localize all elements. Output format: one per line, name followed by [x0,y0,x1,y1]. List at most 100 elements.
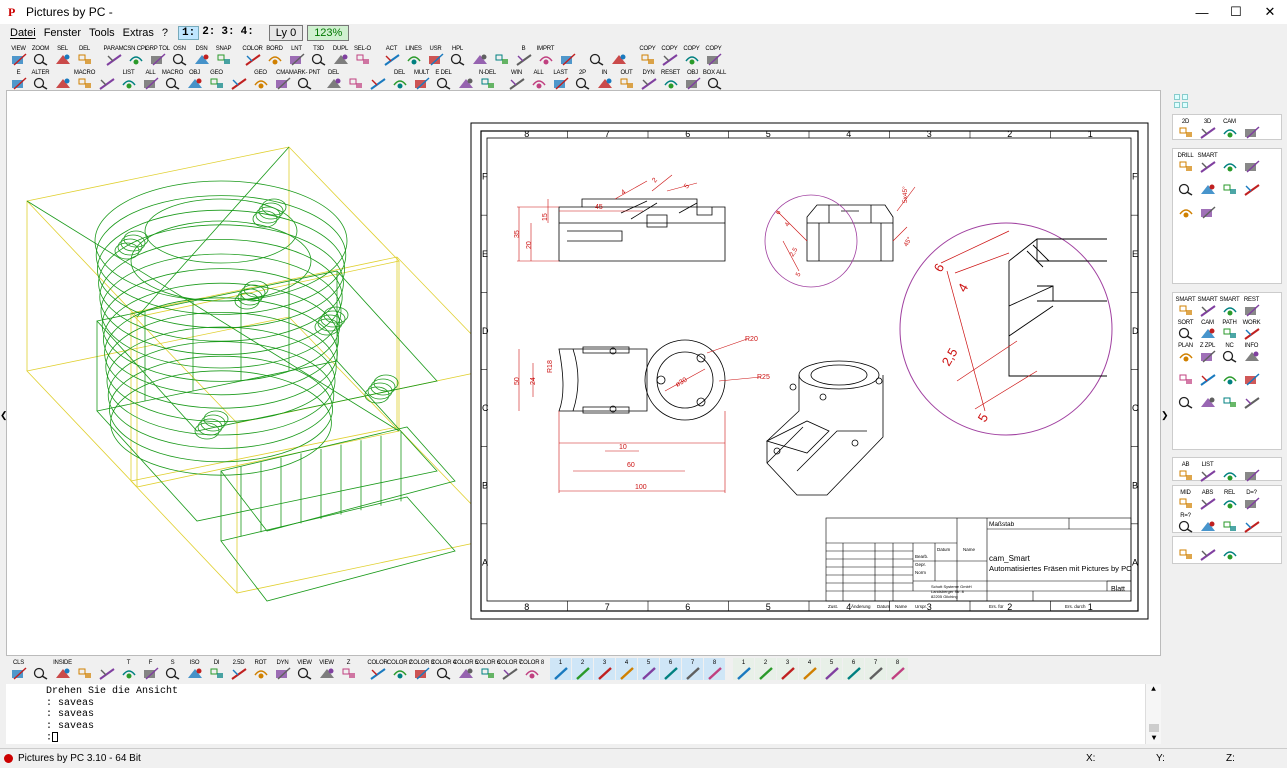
scroll-down-icon[interactable]: ▼ [1146,733,1161,745]
pen-b-6-button[interactable]: 6 [843,658,864,680]
bt-view-25d-icon-button[interactable]: 2.5D [228,658,249,680]
pen-a-3-button[interactable]: 3 [594,658,615,680]
tb1-sel-o-icon-button[interactable]: SEL-O [352,44,373,66]
rp3-tool-10-button[interactable]: Z ZPL [1197,341,1218,363]
tb1-border-icon-button[interactable]: BORD [264,44,285,66]
pen-a-6-button[interactable]: 6 [660,658,681,680]
rp2-tool-9-button[interactable] [1175,197,1196,219]
rp2-tool-7-button[interactable] [1219,174,1240,196]
rp4-tool-3-button[interactable] [1219,460,1240,482]
bt-color-7-icon-button[interactable]: COLOR 7 [497,658,522,680]
bt-color-2-icon-button[interactable]: COLOR 2 [387,658,412,680]
tb1-undo-icon-button[interactable] [608,44,629,66]
rp3-tool-12-button[interactable]: INFO [1241,341,1262,363]
tb1-param-icon-button[interactable]: PARAM [103,44,124,66]
console-scrollbar[interactable]: ▲ ▼ [1145,684,1161,744]
rp4-tool-4-button[interactable] [1241,460,1262,482]
rp1-tool-1-button[interactable]: 2D [1175,117,1196,139]
bt-view-side-icon-button[interactable]: S [162,658,183,680]
tb2-box-all-icon-button[interactable]: BOX ALL [703,68,726,90]
tb2-move-icon-button[interactable] [52,68,73,90]
menu-extras[interactable]: Extras [119,24,158,42]
close-button[interactable]: ✕ [1253,0,1287,24]
bt-color-4-icon-button[interactable]: COLOR 4 [431,658,456,680]
rp5-tool-1-button[interactable]: MID [1175,488,1196,510]
bt-view-load-icon-button[interactable]: VIEW [316,658,337,680]
rp2-tool-10-button[interactable] [1197,197,1218,219]
pen-b-4-button[interactable]: 4 [799,658,820,680]
pen-a-8-button[interactable]: 8 [704,658,725,680]
bt-shade-icon-button[interactable] [30,658,51,680]
pen-b-3-button[interactable]: 3 [777,658,798,680]
tb2-zoom-out-icon-button[interactable]: OUT [616,68,637,90]
tb2-obj-icon-button[interactable]: OBJ [184,68,205,90]
pen-a-7-button[interactable]: 7 [682,658,703,680]
rp3-tool-3-button[interactable]: SMART [1219,295,1240,317]
tb1-view-icon-button[interactable]: VIEW [8,44,29,66]
rp3-tool-16-button[interactable] [1241,364,1262,386]
tb2-edel-icon-button[interactable]: E DEL [433,68,454,90]
bt-view-save-icon-button[interactable]: VIEW [294,658,315,680]
rp5-tool-6-button[interactable] [1197,511,1218,533]
rp3-tool-15-button[interactable] [1219,364,1240,386]
tb2-zoom-window-icon-button[interactable]: WIN [506,68,527,90]
rp5-tool-8-button[interactable] [1241,511,1262,533]
tb2-ndel-icon-button[interactable]: N-DEL [477,68,498,90]
maximize-button[interactable]: ☐ [1219,0,1253,24]
pen-a-5-button[interactable]: 5 [638,658,659,680]
tb1-usr-icon-button[interactable]: USR [425,44,446,66]
rp3-tool-20-button[interactable] [1241,387,1262,409]
tb1-copy-icon-button[interactable]: COPY [637,44,658,66]
scroll-up-icon[interactable]: ▲ [1146,684,1161,696]
menu-fenster[interactable]: Fenster [40,24,85,42]
tb1-delete-icon-button[interactable]: DEL [74,44,95,66]
tb1-linetype-icon-button[interactable]: LNT [286,44,307,66]
rp1-tool-2-button[interactable]: 3D [1197,117,1218,139]
tb1-import-icon-button[interactable]: IMPRT [535,44,556,66]
collapse-left-icon[interactable]: ❮ [0,410,8,421]
bt-cube-icon-button[interactable] [96,658,117,680]
layer-selector[interactable]: Ly 0 [268,25,304,41]
tb1-dupl-icon-button[interactable]: DUPL [330,44,351,66]
tb2-zoom-in-icon-button[interactable]: IN [594,68,615,90]
rp2-tool-4-button[interactable] [1241,151,1262,173]
bt-view-iso-icon-button[interactable]: ISO [184,658,205,680]
tb1-snap-icon-button[interactable]: SNAP [213,44,234,66]
tb2-del2-icon-button[interactable]: DEL [389,68,410,90]
tb2-edit-icon-button[interactable]: E [8,68,29,90]
tb2-check-icon-button[interactable] [96,68,117,90]
rp3-tool-11-button[interactable]: NC [1219,341,1240,363]
bt-view-di-icon-button[interactable]: DI [206,658,227,680]
pen-b-5-button[interactable]: 5 [821,658,842,680]
rp5-tool-2-button[interactable]: ABS [1197,488,1218,510]
tb1-zoom-icon-button[interactable]: ZOOM [30,44,51,66]
tb2-geo-icon-button[interactable]: GEO [206,68,227,90]
collapse-right-icon[interactable]: ❯ [1161,410,1169,421]
bt-color-5-icon-button[interactable]: COLOR 5 [453,658,478,680]
rp3-tool-1-button[interactable]: SMART [1175,295,1196,317]
bt-inside-icon-button[interactable]: INSIDE [52,658,73,680]
tb1-hpl-icon-button[interactable]: HPL [447,44,468,66]
bt-view-front-icon-button[interactable]: F [140,658,161,680]
rp3-tool-13-button[interactable] [1175,364,1196,386]
tb1-csn-icon-button[interactable]: CSN CPL [123,44,148,66]
rp3-tool-8-button[interactable]: WORK [1241,318,1262,340]
bt-color-all-icon-button[interactable]: COLOR [367,658,388,680]
scroll-thumb[interactable] [1149,724,1159,732]
tb1-t3d-icon-button[interactable]: T3D [308,44,329,66]
tb1-copy-icon-button[interactable]: COPY [703,44,724,66]
minimize-button[interactable]: — [1185,0,1219,24]
bt-cls-icon-button[interactable]: CLS [8,658,29,680]
rp6-tool-2-button[interactable] [1197,539,1218,561]
tb2-geo2-icon-button[interactable]: GEO [250,68,271,90]
rp3-tool-18-button[interactable] [1197,387,1218,409]
viewport-3-button[interactable]: 3: [218,26,237,40]
rp5-tool-4-button[interactable]: D=? [1241,488,1262,510]
tb1-color-icon-button[interactable]: COLOR [242,44,263,66]
rp3-tool-19-button[interactable] [1219,387,1240,409]
rp2-tool-8-button[interactable] [1241,174,1262,196]
bt-color-8-icon-button[interactable]: COLOR 8 [519,658,544,680]
rp5-tool-7-button[interactable] [1219,511,1240,533]
rp1-tool-3-button[interactable]: CAM [1219,117,1240,139]
tb2-erase-icon-button[interactable] [455,68,476,90]
